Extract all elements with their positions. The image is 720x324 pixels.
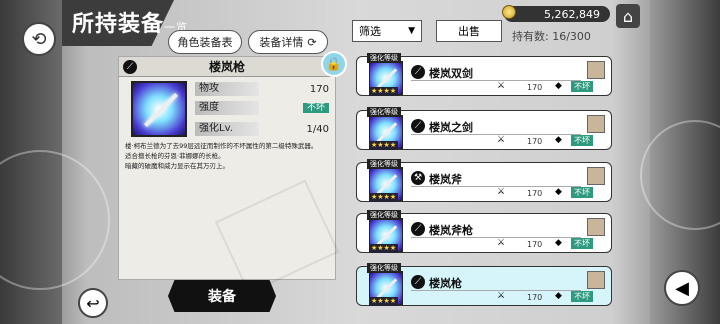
list-item-selected[interactable]: 强化等级 ★★★★ ⟋ 楼岚枪 ⚔ 170 ◆ 不坏 [356,263,612,306]
lock-icon: 🔒 [325,56,343,72]
enhance-tag: 强化等级 [367,263,401,273]
attack-icon: ⚔ [497,187,506,197]
list-item[interactable]: 强化等级 ★★★★ ⟋ 楼岚之剑 ⚔ 170 ◆ 不坏 [356,107,612,150]
durability-icon: ◆ [555,238,562,248]
decor-ring [0,150,110,290]
list-item[interactable]: 强化等级 ★★★★ ⚒ 楼岚斧 ⚔ 170 ◆ 不坏 [356,159,612,202]
equipment-name: 楼岚枪 [208,60,245,74]
attack-icon: ⚔ [497,238,506,248]
stat-durability: 强度 不坏 [195,100,333,116]
crest-watermark [214,179,340,295]
durability-badge: 不坏 [302,103,329,113]
owner-avatar [587,218,605,236]
stat-value: 170 [309,83,329,95]
rarity-stars: ★★★★ [369,141,399,150]
tab-chara-equip[interactable]: 角色装备表 [168,30,242,54]
filter-label: 筛选 [359,25,381,38]
stat-label: 强化Lv. [195,122,259,136]
durability-icon: ◆ [555,135,562,145]
tab-label: 角色装备表 [177,36,233,49]
item-attack: 170 [527,293,543,302]
sync-button[interactable]: ⟲ [22,22,56,56]
axe-type-icon: ⚒ [411,171,425,185]
item-name: 楼岚之剑 [429,121,473,134]
equipment-detail-panel: ⟋ 楼岚枪 🔒 物攻 170 强度 不坏 强化Lv. 1/40 楼·柯布兰德为了… [118,51,347,295]
back-icon: ↩ [86,293,100,313]
sound-button[interactable]: ◀ [664,270,700,306]
durability-badge: 不坏 [571,135,593,146]
attack-icon: ⚔ [497,135,506,145]
gold-counter: 5,262,849 [504,6,610,22]
owner-avatar [587,61,605,79]
weapon-type-icon: ⟋ [411,65,425,79]
enhance-tag: 强化等级 [367,107,401,117]
stat-label: 强度 [195,101,259,115]
owner-avatar [587,271,605,289]
equip-button[interactable]: 装备 [168,280,276,312]
durability-badge: 不坏 [571,238,593,249]
weapon-type-icon: ⟋ [411,119,425,133]
attack-icon: ⚔ [497,291,506,301]
durability-icon: ◆ [555,187,562,197]
back-button[interactable]: ↩ [78,288,108,318]
equipment-image [131,81,187,137]
item-name: 楼岚双剑 [429,67,473,80]
tab-equip-detail[interactable]: 装备详情 ⟳ [248,30,328,54]
equipment-description: 楼·柯布兰德为了去99层远征而制作的不坏属性的第二级特殊武器。 适合擅长枪的芬恩… [125,141,331,171]
sync-icon: ⟲ [31,28,47,50]
lock-button[interactable]: 🔒 [321,51,347,77]
item-name: 楼岚枪 [429,277,462,290]
durability-badge: 不坏 [571,81,593,92]
durability-icon: ◆ [555,81,562,91]
detail-header: ⟋ 楼岚枪 [119,57,335,77]
coin-icon [502,5,516,19]
durability-badge: 不坏 [571,291,593,302]
speaker-icon: ◀ [675,277,689,299]
rarity-stars: ★★★★ [369,87,399,96]
enhance-tag: 强化等级 [367,159,401,169]
equipment-list[interactable]: 强化等级 ★★★★ ⟋ 楼岚双剑 ⚔ 170 ◆ 不坏 强化等级 ★★★★ ⟋ … [356,48,618,324]
tab-label: 装备详情 [259,36,304,49]
stat-value: 1/40 [306,123,329,135]
enhance-tag: 强化等级 [367,210,401,220]
list-item[interactable]: 强化等级 ★★★★ ⟋ 楼岚双剑 ⚔ 170 ◆ 不坏 [356,53,612,96]
rarity-stars: ★★★★ [369,297,399,306]
stat-physical-attack: 物攻 170 [195,81,333,97]
item-attack: 170 [527,189,543,198]
item-attack: 170 [527,137,543,146]
rarity-stars: ★★★★ [369,193,399,202]
description-line: 暗藏的破魔和威力显示在其万刃上。 [125,162,229,170]
home-icon: ⌂ [622,6,634,26]
description-line: 楼·柯布兰德为了去99层远征而制作的不坏属性的第二级特殊武器。 [125,142,318,150]
filter-dropdown[interactable]: 筛选 ▼ [352,20,422,42]
rarity-stars: ★★★★ [369,244,399,253]
stat-enhance-level: 强化Lv. 1/40 [195,121,333,137]
refresh-icon: ⟳ [307,35,317,49]
durability-badge: 不坏 [571,187,593,198]
item-name: 楼岚斧 [429,173,462,186]
owner-avatar [587,115,605,133]
home-button[interactable]: ⌂ [616,4,640,28]
item-attack: 170 [527,240,543,249]
owner-avatar [587,167,605,185]
screen: 所持装备一览 ⟲ 角色装备表 装备详情 ⟳ ⟋ 楼岚枪 🔒 物攻 170 强度 不… [0,0,720,324]
description-line: 适合擅长枪的芬恩·菲娜娜的长枪。 [125,152,225,160]
sell-button[interactable]: 出售 [436,20,502,42]
item-attack: 170 [527,83,543,92]
gold-value: 5,262,849 [544,7,600,21]
weapon-type-icon: ⟋ [411,222,425,236]
enhance-tag: 强化等级 [367,53,401,63]
chevron-down-icon: ▼ [408,26,415,36]
inventory-count: 持有数: 16/300 [512,30,591,43]
item-name: 楼岚斧枪 [429,224,473,237]
weapon-type-icon: ⟋ [411,275,425,289]
list-item[interactable]: 强化等级 ★★★★ ⟋ 楼岚斧枪 ⚔ 170 ◆ 不坏 [356,210,612,253]
durability-icon: ◆ [555,291,562,301]
attack-icon: ⚔ [497,81,506,91]
stat-label: 物攻 [195,82,259,96]
